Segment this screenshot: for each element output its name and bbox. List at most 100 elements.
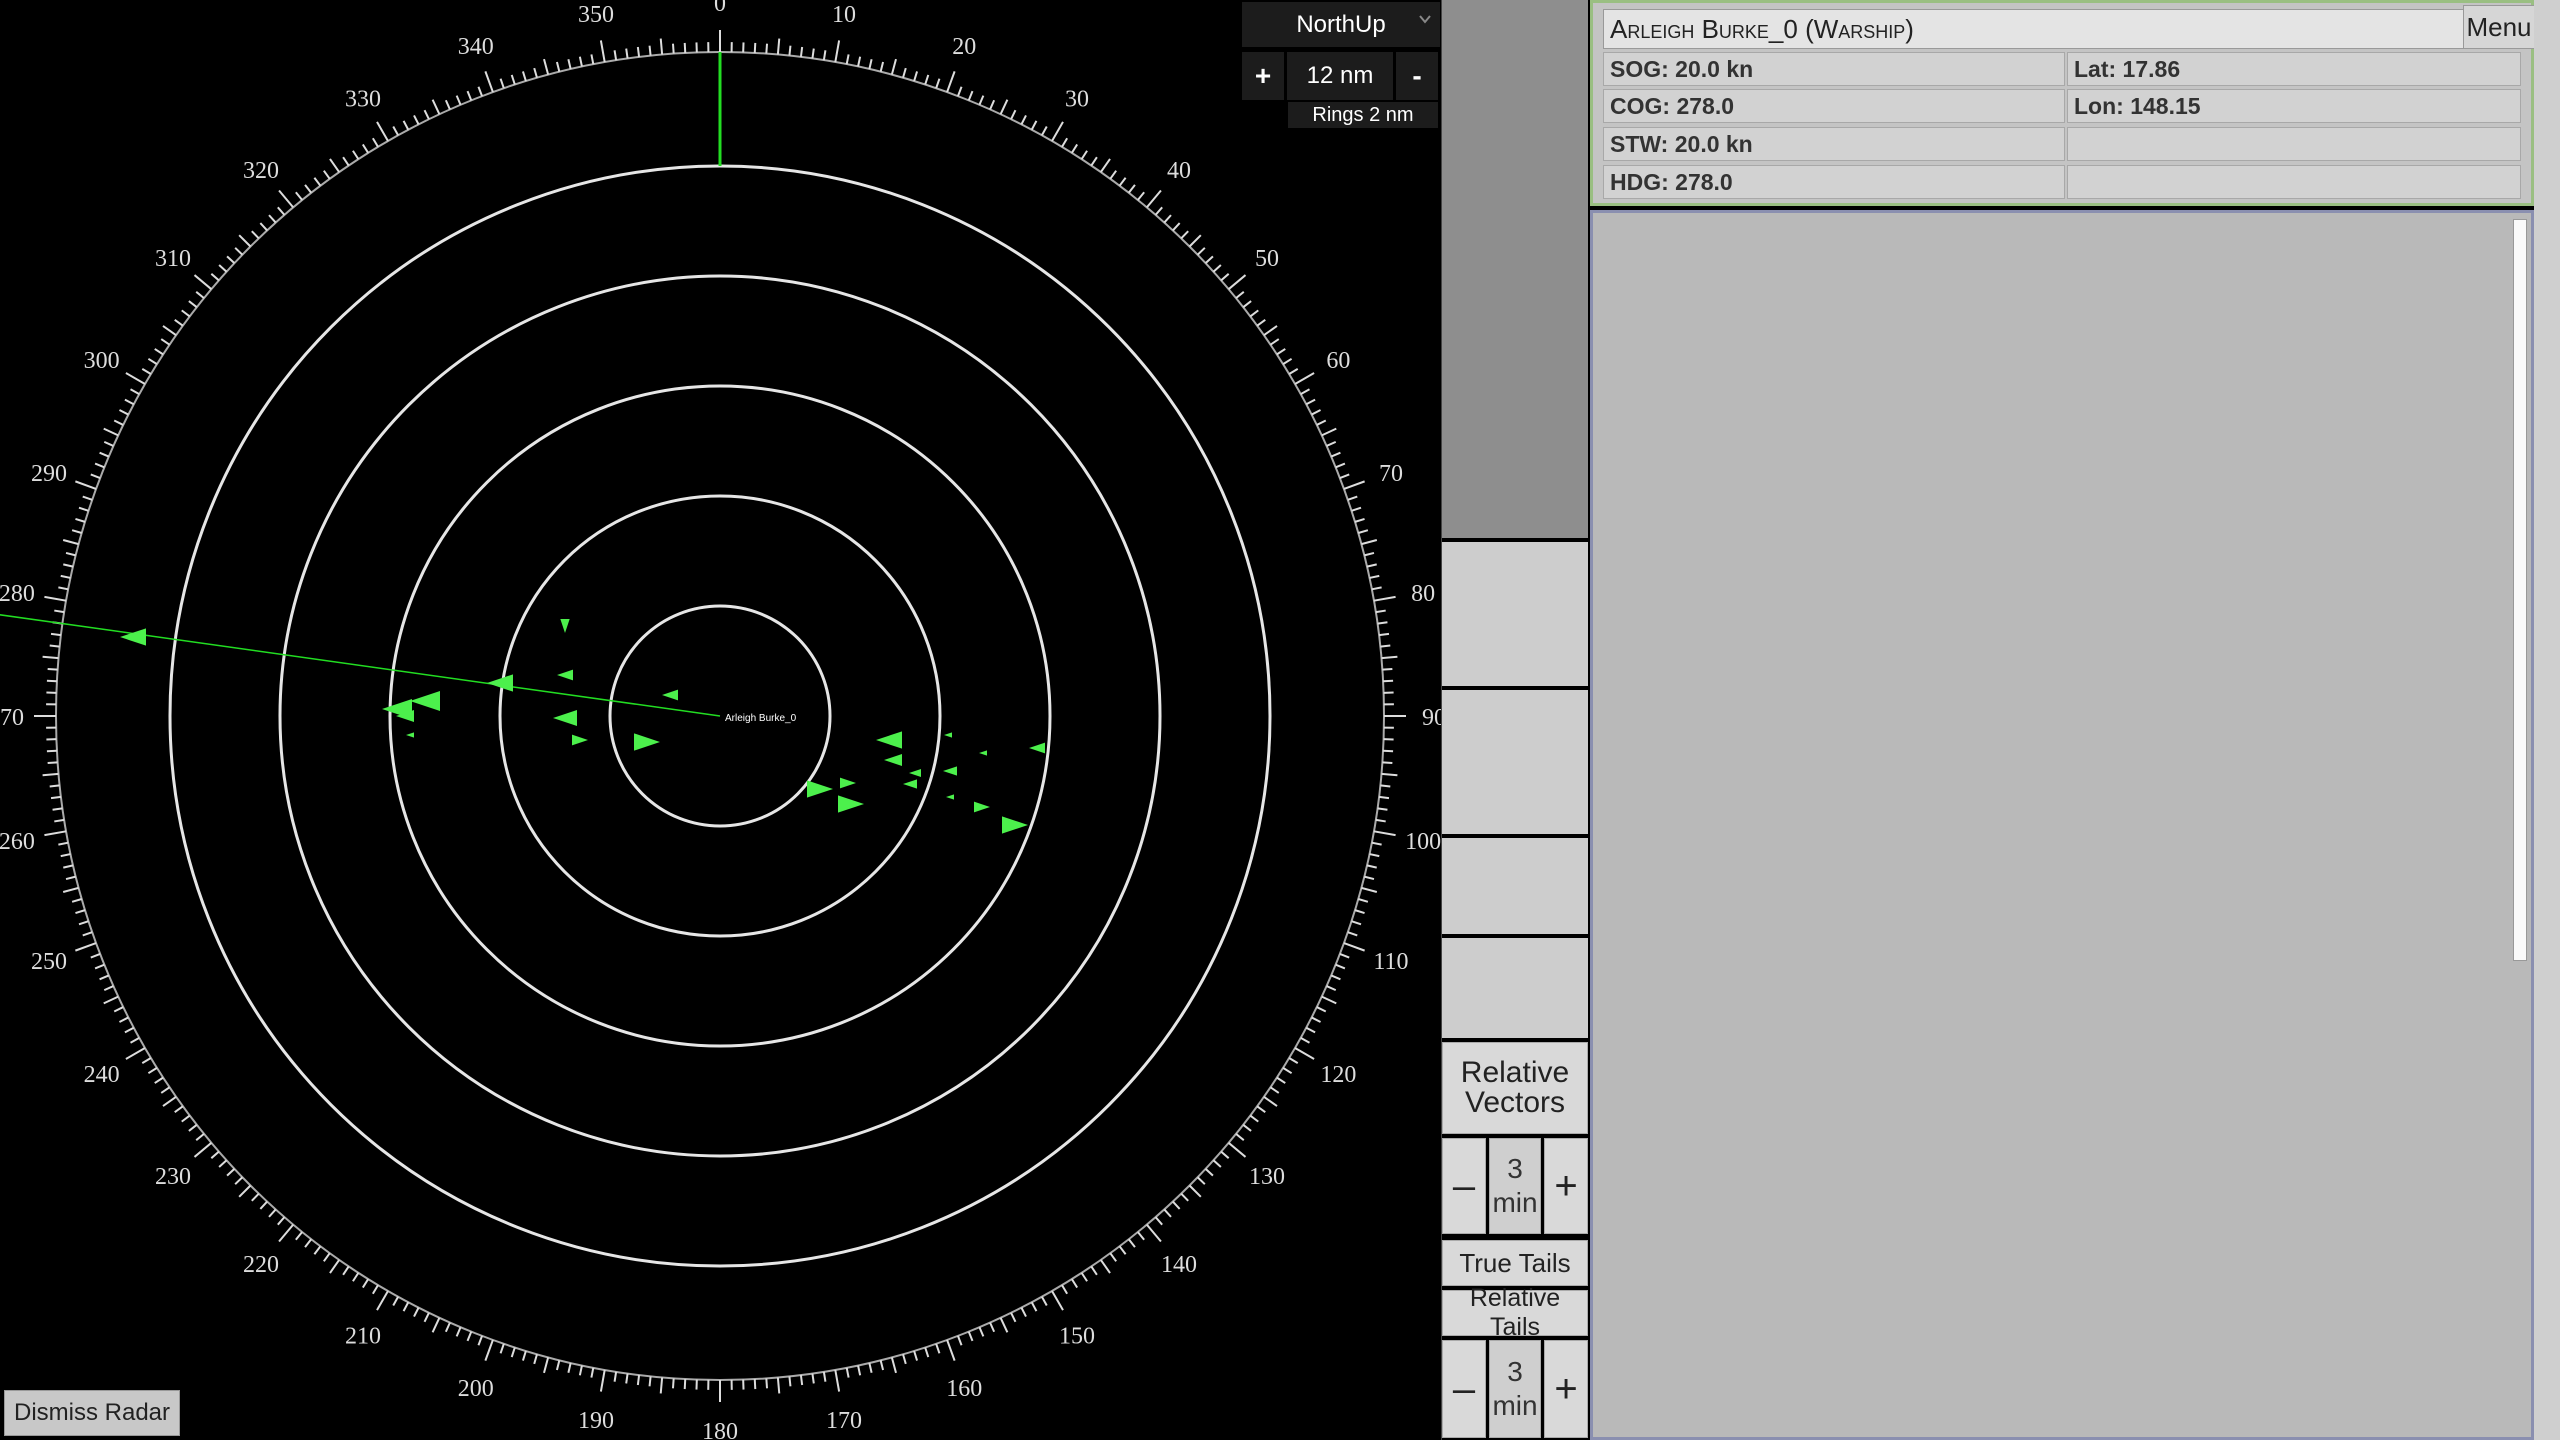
bearing-tick: [868, 1362, 873, 1373]
bearing-tick: [304, 184, 312, 194]
bearing-tick: [313, 177, 322, 187]
bearing-tick: [1378, 632, 1390, 637]
bearing-tick: [1343, 942, 1365, 952]
bearing-tick: [195, 291, 205, 299]
bearing-tick: [765, 43, 769, 54]
bearing-tick: [1339, 953, 1350, 959]
bearing-label: 20: [952, 34, 976, 60]
bearing-tick: [1030, 120, 1038, 131]
bearing-tick: [1269, 1086, 1280, 1094]
bearing-label: 310: [155, 246, 191, 272]
bearing-label: 170: [826, 1408, 862, 1434]
bearing-tick: [1235, 1133, 1245, 1141]
bearing-label: 320: [243, 158, 279, 184]
tail-time-increase-button[interactable]: +: [1544, 1340, 1588, 1438]
relative-tails-button[interactable]: Relative Tails: [1442, 1284, 1588, 1341]
bearing-label: 270: [0, 705, 24, 731]
bearing-tick: [49, 784, 60, 788]
tail-time-decrease-button[interactable]: –: [1442, 1340, 1486, 1438]
bearing-tick: [868, 59, 873, 70]
bearing-tick: [218, 264, 228, 273]
radar-target: [662, 689, 678, 701]
bearing-label: 220: [243, 1252, 279, 1278]
bearing-tick: [1188, 1184, 1202, 1198]
bearing-tick: [49, 644, 60, 648]
bearing-tick: [195, 1133, 205, 1141]
radar-target: [884, 754, 902, 766]
vector-controls-column: Relative Vectors – 3 min + True Tails Re…: [1442, 0, 1588, 1440]
list-scrollbar[interactable]: [2513, 219, 2527, 961]
bearing-tick: [857, 56, 862, 67]
bearing-tick: [1369, 853, 1380, 858]
bearing-tick: [466, 90, 473, 101]
bearing-label: 140: [1161, 1252, 1197, 1278]
bearing-tick: [1294, 1047, 1315, 1060]
vector-time-increase-button[interactable]: +: [1544, 1138, 1588, 1234]
bearing-tick: [1300, 1037, 1310, 1044]
bearing-tick: [1100, 158, 1111, 173]
bearing-tick: [323, 170, 331, 180]
bearing-tick: [329, 158, 340, 173]
bearing-tick: [613, 1371, 618, 1382]
bearing-tick: [60, 574, 71, 579]
bearing-tick: [1196, 1176, 1206, 1185]
bearing-tick: [372, 137, 379, 148]
dismiss-radar-button[interactable]: Dismiss Radar: [4, 1390, 180, 1436]
bearing-tick: [1351, 920, 1362, 926]
bearing-tick: [1020, 1307, 1027, 1317]
bearing-tick: [599, 40, 606, 63]
app-root: 0 10 20 30 40 50 60 70 80 90 100 110 120 130 140 150 160…: [0, 0, 2560, 1440]
bearing-tick: [845, 1367, 850, 1378]
radar-target: [974, 801, 990, 813]
bearing-tick: [60, 853, 71, 858]
bearing-tick: [822, 1371, 827, 1382]
bearing-tick: [999, 99, 1009, 115]
bearing-tick: [52, 807, 63, 811]
bearing-tick: [1256, 319, 1266, 327]
bearing-tick: [1382, 761, 1393, 765]
range-decrease-button[interactable]: -: [1396, 52, 1438, 100]
bearing-tick: [1375, 609, 1386, 614]
bearing-tick: [130, 388, 140, 395]
bearing-tick: [1377, 807, 1388, 811]
bearing-tick: [1282, 357, 1293, 365]
bearing-tick: [1235, 291, 1245, 299]
range-increase-button[interactable]: +: [1242, 52, 1284, 100]
bearing-label: 280: [0, 581, 35, 607]
bearing-tick: [1321, 995, 1337, 1005]
bearing-tick: [1109, 1252, 1117, 1262]
bearing-tick: [957, 1335, 963, 1346]
bearing-tick: [277, 206, 286, 216]
radar-scope[interactable]: 0 10 20 30 40 50 60 70 80 90 100 110 120 130 140 150 160…: [0, 0, 1441, 1440]
range-value: 12 nm: [1287, 52, 1393, 100]
bearing-tick: [765, 1378, 769, 1389]
vector-time-decrease-button[interactable]: –: [1442, 1138, 1486, 1234]
radar-target: [909, 769, 921, 777]
bearing-tick: [42, 772, 59, 777]
bearing-tick: [1294, 372, 1315, 385]
true-tails-button[interactable]: True Tails: [1442, 1240, 1588, 1286]
bearing-tick: [1383, 679, 1394, 683]
bearing-tick: [1380, 784, 1391, 788]
bearing-tick: [484, 1339, 494, 1361]
bearing-tick: [671, 43, 675, 54]
bearing-tick: [1137, 1231, 1145, 1241]
bearing-tick: [193, 1142, 212, 1158]
bearing-tick: [1305, 398, 1316, 406]
bearing-tick: [103, 985, 114, 992]
bearing-tick: [1220, 273, 1230, 282]
bearing-tick: [913, 1350, 919, 1361]
lat-value: Lat: 17.86: [2067, 52, 2521, 86]
bearing-label: 260: [0, 829, 35, 855]
bearing-tick: [555, 1360, 561, 1371]
relative-vectors-button[interactable]: Relative Vectors: [1442, 1042, 1588, 1134]
bearing-tick: [1330, 974, 1341, 981]
menu-button[interactable]: Menu: [2463, 5, 2535, 49]
bearing-tick: [75, 480, 97, 490]
bearing-tick: [1373, 830, 1396, 837]
bearing-tick: [402, 120, 410, 131]
orientation-select[interactable]: NorthUp: [1242, 2, 1440, 47]
bearing-label: 340: [458, 34, 494, 60]
control-slot-empty: [1442, 0, 1588, 538]
bearing-tick: [1090, 1265, 1098, 1276]
